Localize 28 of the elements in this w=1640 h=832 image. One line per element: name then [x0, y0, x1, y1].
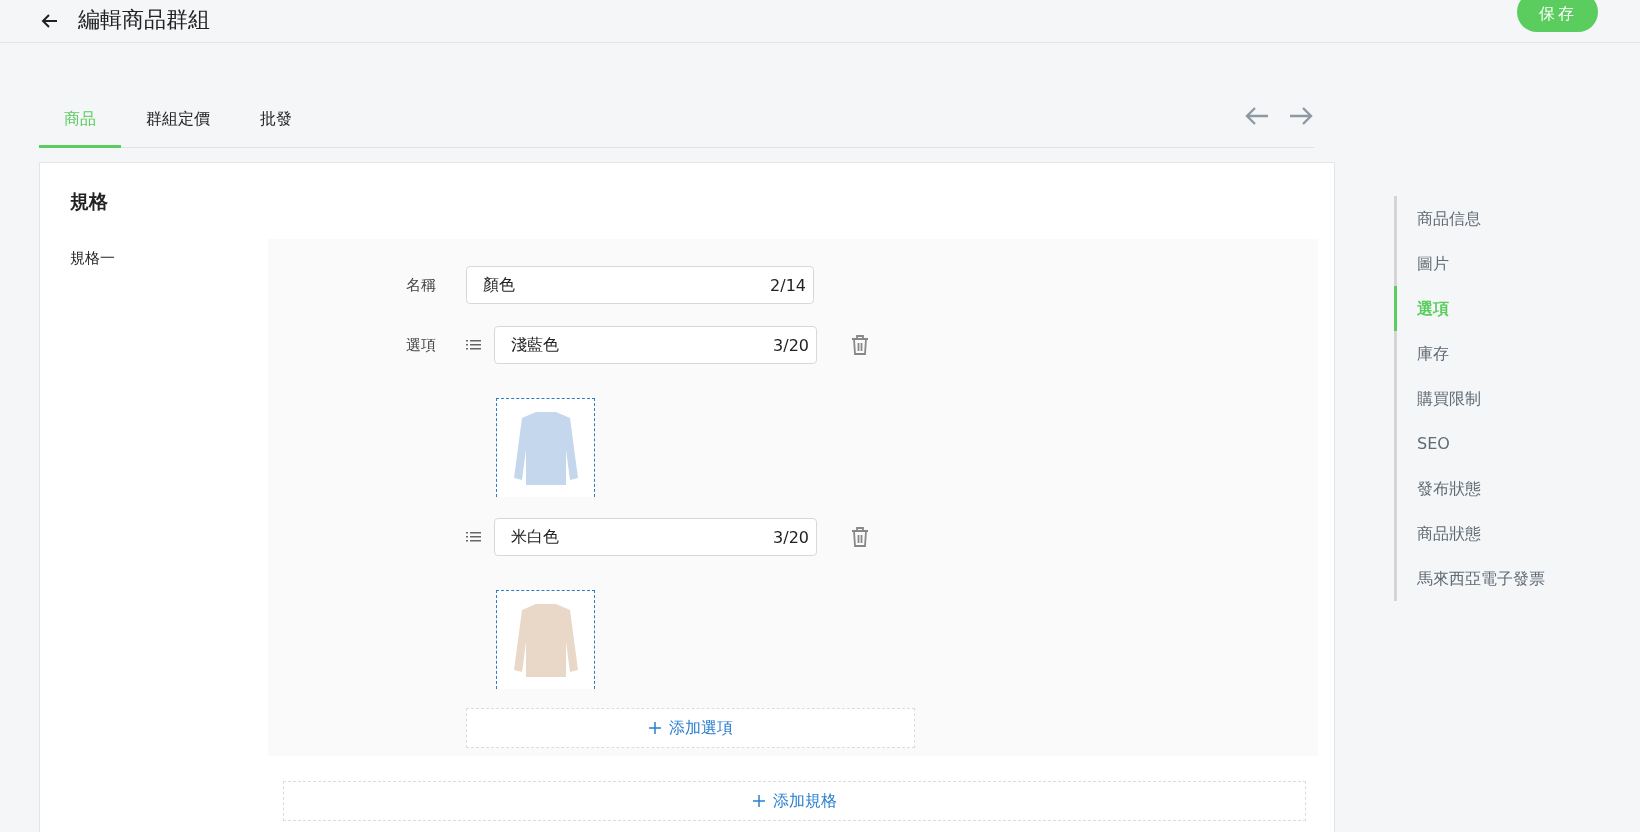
page-title: 編輯商品群組 [78, 6, 210, 34]
add-option-button[interactable]: 添加選項 [466, 708, 915, 748]
tab[interactable]: 群組定價 [121, 109, 235, 148]
side-nav-item[interactable]: 庫存 [1394, 331, 1545, 376]
arrow-right-icon[interactable] [1288, 105, 1314, 127]
drag-handle-icon[interactable] [466, 338, 482, 352]
side-nav-item[interactable]: 馬來西亞電子發票 [1394, 556, 1545, 601]
side-nav-item[interactable]: 商品信息 [1394, 196, 1545, 241]
plus-icon [648, 721, 661, 734]
add-spec-button[interactable]: 添加規格 [283, 781, 1306, 821]
input-field[interactable]: 顏色 2/14 [466, 266, 814, 304]
trash-icon[interactable] [850, 526, 870, 548]
input-field[interactable]: 淺藍色 3/20 [494, 326, 817, 364]
input-field[interactable]: 米白色 3/20 [494, 518, 817, 556]
field-label: 選項 [406, 335, 437, 355]
side-nav-item[interactable]: 圖片 [1394, 241, 1545, 286]
side-nav-item[interactable]: SEO [1394, 421, 1545, 466]
field-label: 名稱 [406, 275, 437, 295]
plus-icon [752, 794, 765, 807]
side-nav-item[interactable]: 發布狀態 [1394, 466, 1545, 511]
tab[interactable]: 批發 [235, 109, 317, 148]
arrow-left-icon[interactable] [1244, 105, 1270, 127]
drag-handle-icon[interactable] [466, 530, 482, 544]
side-nav-item[interactable]: 購買限制 [1394, 376, 1545, 421]
trash-icon[interactable] [850, 334, 870, 356]
side-nav-item[interactable]: 商品狀態 [1394, 511, 1545, 556]
spec-label: 規格一 [70, 248, 116, 269]
section-title: 規格 [70, 189, 109, 214]
